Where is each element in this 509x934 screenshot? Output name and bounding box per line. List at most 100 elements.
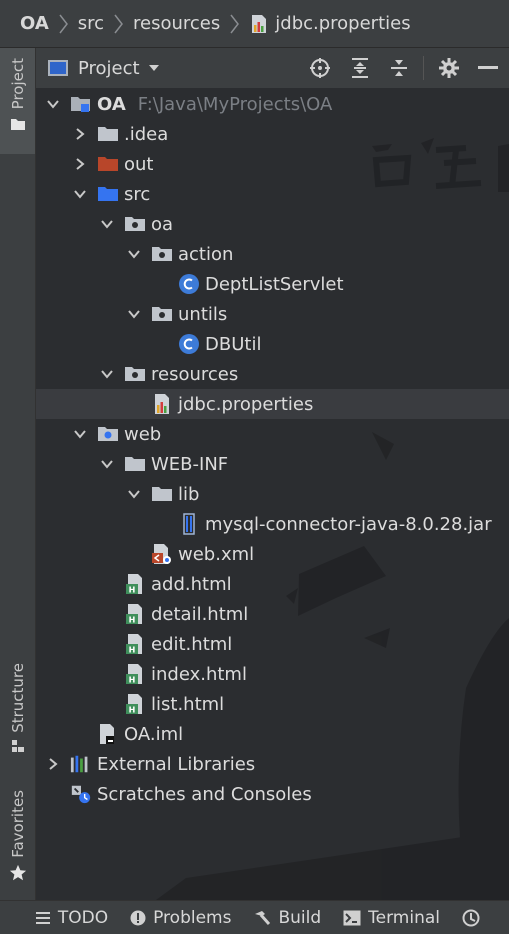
chevron-down-icon[interactable] xyxy=(127,487,141,501)
tree-row-lib[interactable]: lib xyxy=(36,479,509,509)
tree-row-index-html[interactable]: Hindex.html xyxy=(36,659,509,689)
tree-row-oa[interactable]: oa xyxy=(36,209,509,239)
tab-project[interactable]: Project xyxy=(0,48,35,154)
tree-row-label: out xyxy=(124,153,154,175)
chevron-down-icon[interactable] xyxy=(127,247,141,261)
problems-label: Problems xyxy=(153,907,232,928)
iml-file-icon xyxy=(97,724,119,744)
tree-row-label: detail.html xyxy=(151,603,249,625)
breadcrumb-item-src[interactable]: src xyxy=(78,13,104,34)
tab-structure[interactable]: Structure xyxy=(0,663,35,753)
source-folder-icon xyxy=(97,184,119,204)
todo-button[interactable]: TODO xyxy=(35,908,108,928)
svg-text:H: H xyxy=(129,616,136,625)
tree-row-label: web xyxy=(124,423,162,445)
tree-row-out[interactable]: out xyxy=(36,149,509,179)
tree-row-web[interactable]: web xyxy=(36,419,509,449)
collapse-all-icon[interactable] xyxy=(387,56,411,80)
tree-row-label: list.html xyxy=(151,693,225,715)
tab-favorites[interactable]: Favorites xyxy=(0,790,35,882)
tree-row-mysql-connector-java-8-0-28-jar[interactable]: mysql-connector-java-8.0.28.jar xyxy=(36,509,509,539)
tree-row-idea[interactable]: .idea xyxy=(36,119,509,149)
breadcrumb-item-resources[interactable]: resources xyxy=(133,13,220,34)
jar-icon xyxy=(178,513,200,535)
tab-project-label: Project xyxy=(8,58,27,110)
tree-row-oa[interactable]: OA F:\Java\MyProjects\OA xyxy=(36,89,509,119)
tree-row-src[interactable]: src xyxy=(36,179,509,209)
folder-icon xyxy=(10,119,25,131)
star-icon xyxy=(9,864,26,880)
chevron-right-icon[interactable] xyxy=(73,127,87,141)
breadcrumb: OA src resources jdbc.properties xyxy=(0,0,509,48)
breadcrumb-item-oa[interactable]: OA xyxy=(20,13,49,34)
tree-row-resources[interactable]: resources xyxy=(36,359,509,389)
tree-row-scratches-and-consoles[interactable]: Scratches and Consoles xyxy=(36,779,509,809)
tree-row-label: oa xyxy=(151,213,174,235)
tree-row-web-inf[interactable]: WEB-INF xyxy=(36,449,509,479)
html-file-icon: H xyxy=(124,664,146,685)
tree-row-label: lib xyxy=(178,483,200,505)
view-selector[interactable]: Project xyxy=(78,58,140,79)
html-file-icon: H xyxy=(124,634,146,655)
tree-row-detail-html[interactable]: Hdetail.html xyxy=(36,599,509,629)
resources-folder-icon xyxy=(124,364,146,384)
problems-button[interactable]: Problems xyxy=(130,908,231,928)
tree-row-action[interactable]: action xyxy=(36,239,509,269)
chevron-down-icon[interactable] xyxy=(73,187,87,201)
chevron-down-icon[interactable] xyxy=(148,64,160,72)
html-file-icon: H xyxy=(124,604,146,625)
tree-row-label: web.xml xyxy=(178,543,255,565)
scratches-icon xyxy=(70,784,92,804)
tree-row-list-html[interactable]: Hlist.html xyxy=(36,689,509,719)
tree-row-path: F:\Java\MyProjects\OA xyxy=(137,93,333,115)
tree-row-add-html[interactable]: Hadd.html xyxy=(36,569,509,599)
terminal-button[interactable]: Terminal xyxy=(343,908,440,928)
tree-row-label: DeptListServlet xyxy=(205,273,344,295)
class-icon xyxy=(178,334,200,354)
package-icon xyxy=(151,244,173,264)
tree-row-label: action xyxy=(178,243,234,265)
tree-row-label: .idea xyxy=(124,123,169,145)
chevron-down-icon[interactable] xyxy=(100,457,114,471)
excluded-folder-icon xyxy=(97,154,119,174)
tree-row-external-libraries[interactable]: External Libraries xyxy=(36,749,509,779)
hammer-icon xyxy=(253,910,271,926)
chevron-right-icon[interactable] xyxy=(46,757,60,771)
tree-row-label: OA.iml xyxy=(124,723,184,745)
package-icon xyxy=(124,214,146,234)
tree-row-jdbc-properties[interactable]: jdbc.properties xyxy=(36,389,509,419)
chevron-down-icon[interactable] xyxy=(127,307,141,321)
tree-row-edit-html[interactable]: Hedit.html xyxy=(36,629,509,659)
tree-row-oa-iml[interactable]: OA.iml xyxy=(36,719,509,749)
chevron-down-icon[interactable] xyxy=(46,97,60,111)
terminal-label: Terminal xyxy=(368,907,440,928)
warning-circle-icon xyxy=(130,910,146,926)
services-button[interactable] xyxy=(462,909,487,927)
tree-row-label: External Libraries xyxy=(97,753,256,775)
chevron-down-icon[interactable] xyxy=(100,217,114,231)
expand-all-icon[interactable] xyxy=(348,56,372,80)
folder-icon xyxy=(151,484,173,504)
tree-row-untils[interactable]: untils xyxy=(36,299,509,329)
project-tree: OA F:\Java\MyProjects\OA .idea out src oa acti… xyxy=(36,88,509,900)
chevron-down-icon[interactable] xyxy=(73,427,87,441)
terminal-icon xyxy=(343,910,361,926)
tree-row-web-xml[interactable]: web.xml xyxy=(36,539,509,569)
breadcrumb-item-file[interactable]: jdbc.properties xyxy=(249,13,411,34)
locate-icon[interactable] xyxy=(308,56,332,80)
tree-row-label: jdbc.properties xyxy=(178,393,314,415)
libraries-icon xyxy=(70,754,92,774)
tree-row-deptlistservlet[interactable]: DeptListServlet xyxy=(36,269,509,299)
chevron-down-icon[interactable] xyxy=(100,367,114,381)
chevron-right-icon[interactable] xyxy=(73,157,87,171)
tree-row-label: WEB-INF xyxy=(151,453,229,475)
minimize-icon[interactable] xyxy=(476,56,500,80)
build-button[interactable]: Build xyxy=(253,908,321,928)
tree-row-dbutil[interactable]: DBUtil xyxy=(36,329,509,359)
tool-window-bar: TODO Problems Build Terminal xyxy=(0,900,509,934)
gear-icon[interactable] xyxy=(437,56,461,80)
tree-row-label: src xyxy=(124,183,151,205)
